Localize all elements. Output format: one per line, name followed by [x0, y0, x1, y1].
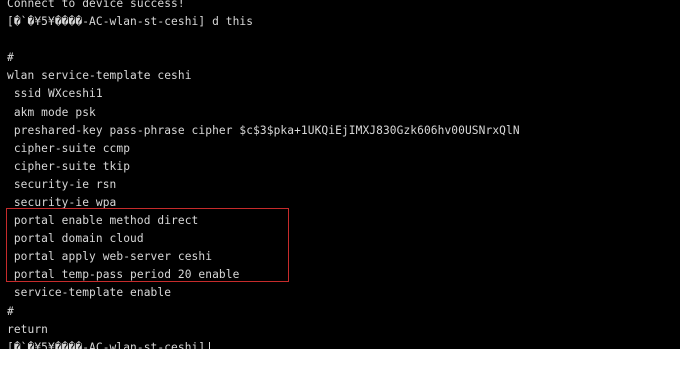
- terminal-current-prompt: [�`�¥5¥����-AC-wlan-st-ceshi]: [7, 341, 206, 349]
- terminal-line-separator-end: #: [7, 305, 14, 318]
- screenshot-frame: Connect to device success! [�`�¥5¥����-A…: [0, 0, 693, 365]
- terminal-line-ssid: ssid WXceshi1: [7, 87, 103, 100]
- terminal-line-cipher-suite-ccmp: cipher-suite ccmp: [7, 142, 131, 155]
- terminal-line-akm-mode: akm mode psk: [7, 106, 96, 119]
- terminal-line-command-prompt: [�`�¥5¥����-AC-wlan-st-ceshi] d this: [7, 15, 254, 28]
- terminal-line-service-template-enable: service-template enable: [7, 286, 172, 299]
- terminal-line-cipher-suite-tkip: cipher-suite tkip: [7, 160, 131, 173]
- terminal-line-preshared-key: preshared-key pass-phrase cipher $c$3$pk…: [7, 124, 520, 137]
- terminal-window[interactable]: Connect to device success! [�`�¥5¥����-A…: [0, 0, 680, 349]
- terminal-line-security-ie-rsn: security-ie rsn: [7, 178, 117, 191]
- terminal-line-wlan-service-template: wlan service-template ceshi: [7, 69, 192, 82]
- terminal-line-separator: #: [7, 51, 14, 64]
- terminal-line-connect-status: Connect to device success!: [7, 0, 185, 10]
- terminal-line-return: return: [7, 323, 49, 336]
- portal-config-highlight-box: [6, 208, 289, 282]
- terminal-current-prompt-line[interactable]: [�`�¥5¥����-AC-wlan-st-ceshi]: [7, 339, 211, 349]
- text-cursor: [209, 341, 211, 349]
